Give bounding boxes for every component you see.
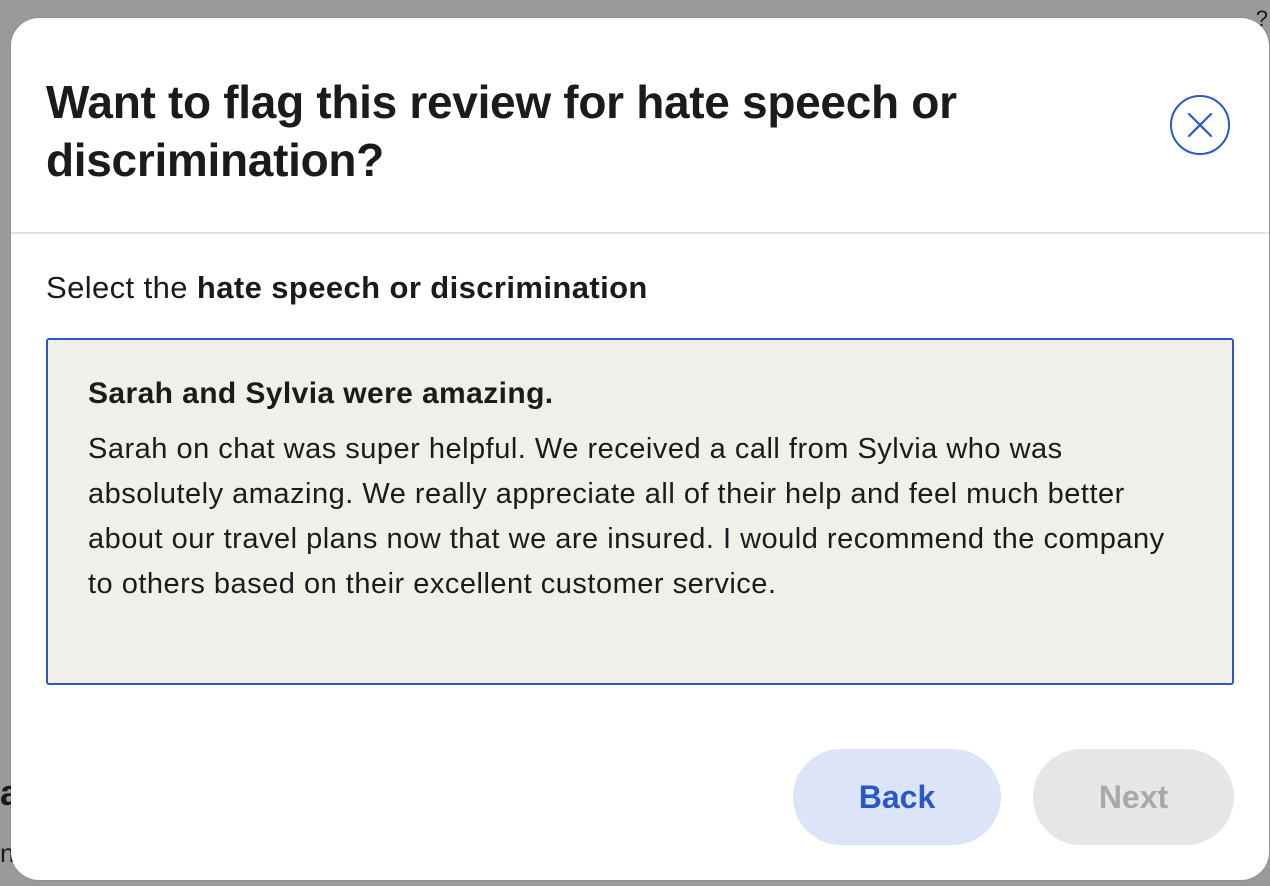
close-icon bbox=[1187, 112, 1213, 138]
flag-review-dialog: Want to flag this review for hate speech… bbox=[11, 18, 1269, 880]
instruction-emphasis: hate speech or discrimination bbox=[196, 270, 648, 305]
review-title[interactable]: Sarah and Sylvia were amazing. bbox=[88, 374, 1192, 414]
instruction-text: Select the hate speech or discrimination bbox=[46, 270, 648, 306]
dialog-header: Want to flag this review for hate speech… bbox=[11, 18, 1269, 234]
review-selection-box[interactable]: Sarah and Sylvia were amazing. Sarah on … bbox=[46, 338, 1234, 685]
instruction-prefix: Select the bbox=[46, 270, 197, 305]
back-button[interactable]: Back bbox=[793, 749, 1001, 845]
review-body[interactable]: Sarah on chat was super helpful. We rece… bbox=[88, 427, 1192, 607]
close-button[interactable] bbox=[1170, 95, 1230, 155]
next-button[interactable]: Next bbox=[1033, 749, 1234, 845]
dialog-title: Want to flag this review for hate speech… bbox=[46, 76, 957, 186]
